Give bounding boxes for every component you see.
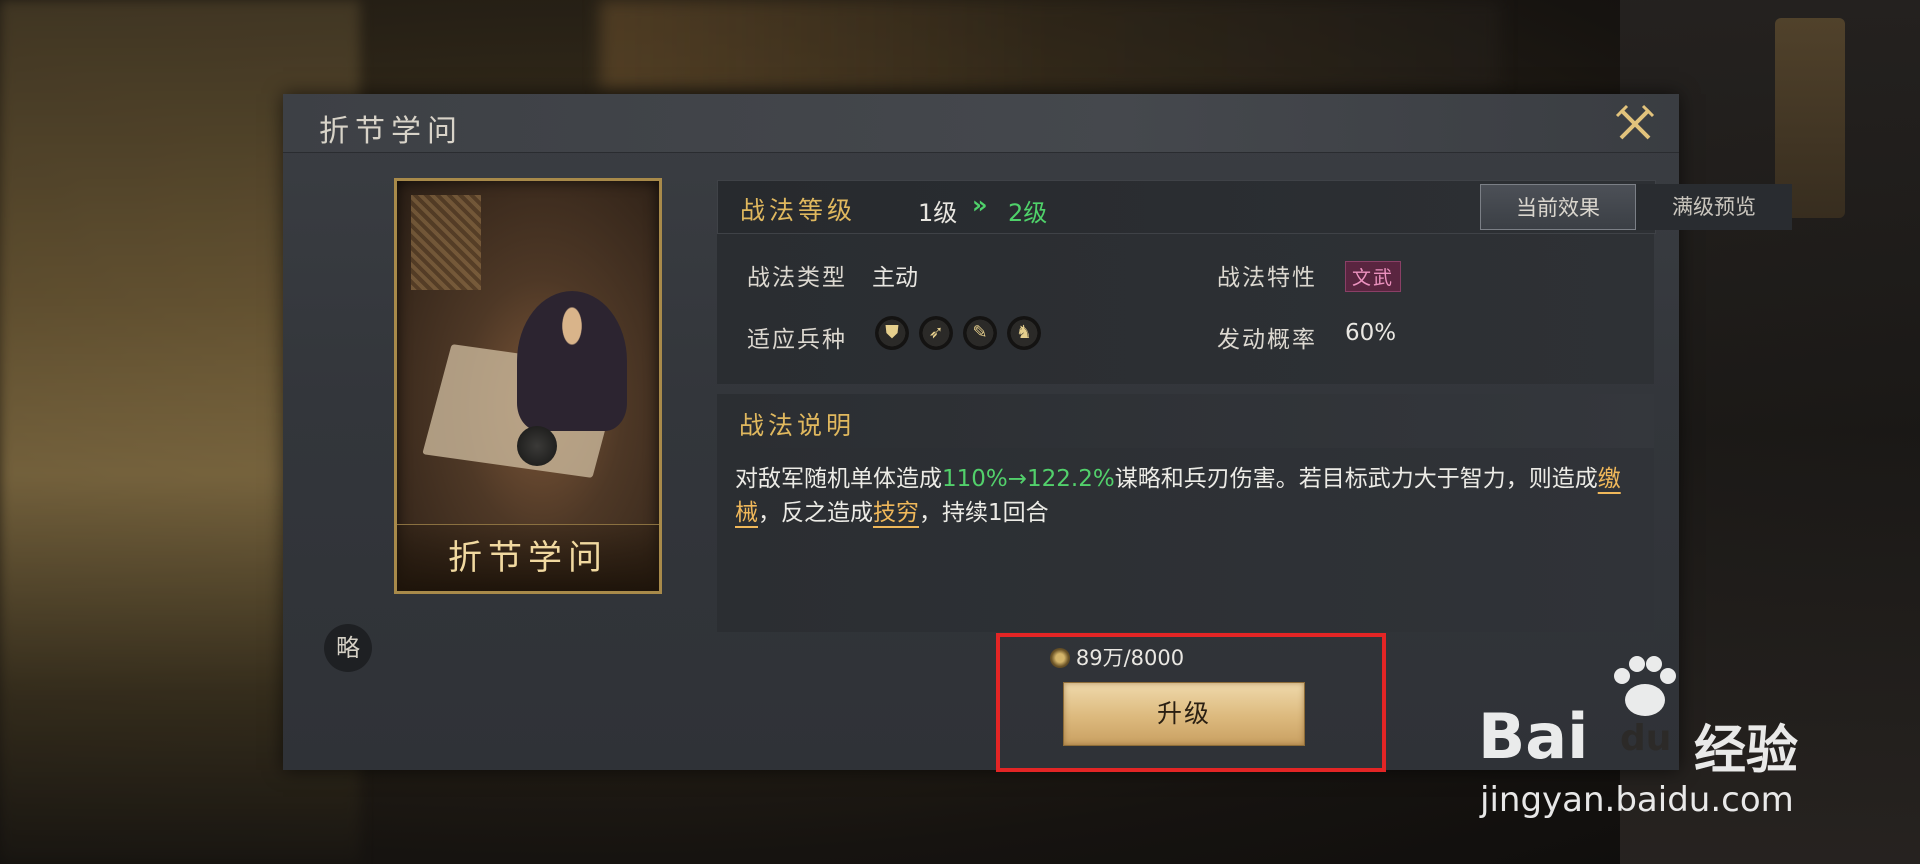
skill-card-image: 折节学问 bbox=[394, 178, 662, 594]
card-name-band: 折节学问 bbox=[397, 524, 659, 591]
skill-trait-tag: 文武 bbox=[1345, 261, 1402, 292]
tab-current-effect[interactable]: 当前效果 bbox=[1480, 184, 1636, 230]
desc-part2: 谋略和兵刃伤害。若目标武力大于智力，则造成 bbox=[1114, 466, 1598, 492]
crossed-swords-close-icon bbox=[1615, 104, 1655, 140]
level-bar: 战法等级 1级 » 2级 当前效果 满级预览 bbox=[717, 180, 1792, 234]
trigger-rate-value: 60% bbox=[1345, 320, 1397, 346]
bow-icon: ➶ bbox=[919, 316, 953, 350]
skill-info-panel: 战法类型 主动 战法特性 文武 适应兵种 ⛊ ➶ ✎ ♞ 发动概率 60% bbox=[717, 234, 1654, 384]
card-art-scholar bbox=[517, 291, 627, 431]
desc-part3: ，反之造成 bbox=[758, 500, 873, 526]
desc-part1: 对敌军随机单体造成 bbox=[735, 466, 942, 492]
spear-icon: ✎ bbox=[963, 316, 997, 350]
dialog-title: 折节学问 bbox=[319, 114, 463, 149]
level-next: 2级 bbox=[1008, 199, 1048, 227]
close-button[interactable] bbox=[1615, 104, 1655, 144]
skill-detail-dialog: 折节学问 折节学问 略 战法等级 1级 » 2级 当前效果 满级预览 战法类型 … bbox=[283, 94, 1792, 770]
card-name: 折节学问 bbox=[448, 538, 608, 578]
shield-icon: ⛊ bbox=[875, 316, 909, 350]
level-arrow-icon: » bbox=[972, 191, 988, 219]
watermark-url: jingyan.baidu.com bbox=[1480, 780, 1794, 820]
tab-max-level-preview[interactable]: 满级预览 bbox=[1636, 184, 1792, 230]
description-text: 对敌军随机单体造成110%→122.2%谋略和兵刃伤害。若目标武力大于智力，则造… bbox=[735, 462, 1635, 530]
skill-trait-label: 战法特性 bbox=[1217, 265, 1317, 291]
title-bar: 折节学问 bbox=[283, 94, 1679, 153]
baidu-paw-icon bbox=[1614, 656, 1676, 716]
card-art-bowl bbox=[517, 426, 557, 466]
annotation-highlight-box bbox=[996, 633, 1386, 772]
horse-icon: ♞ bbox=[1007, 316, 1041, 350]
level-current: 1级 bbox=[918, 199, 958, 227]
skill-type-label: 战法类型 bbox=[747, 265, 847, 291]
unit-types-label: 适应兵种 bbox=[747, 327, 847, 353]
damage-ratio: 110%→122.2% bbox=[942, 466, 1115, 492]
background-top-glow bbox=[600, 0, 1500, 90]
watermark-brand-left: Bai bbox=[1478, 700, 1589, 773]
description-header: 战法说明 bbox=[717, 394, 1654, 448]
term-silence-link[interactable]: 技穷 bbox=[873, 500, 919, 526]
strategy-badge: 略 bbox=[324, 624, 372, 672]
card-art-window bbox=[411, 195, 481, 290]
desc-part4: ，持续1回合 bbox=[919, 500, 1049, 526]
skill-type-value: 主动 bbox=[872, 265, 918, 291]
baidu-jingyan-watermark: Bai du 经验 jingyan.baidu.com bbox=[1478, 656, 1818, 826]
description-body: 对敌军随机单体造成110%→122.2%谋略和兵刃伤害。若目标武力大于智力，则造… bbox=[717, 448, 1654, 632]
trigger-rate-label: 发动概率 bbox=[1217, 327, 1317, 353]
watermark-brand-mid: du bbox=[1620, 718, 1672, 759]
description-title: 战法说明 bbox=[739, 411, 856, 440]
level-label: 战法等级 bbox=[740, 196, 857, 225]
watermark-brand-cn: 经验 bbox=[1694, 721, 1799, 781]
